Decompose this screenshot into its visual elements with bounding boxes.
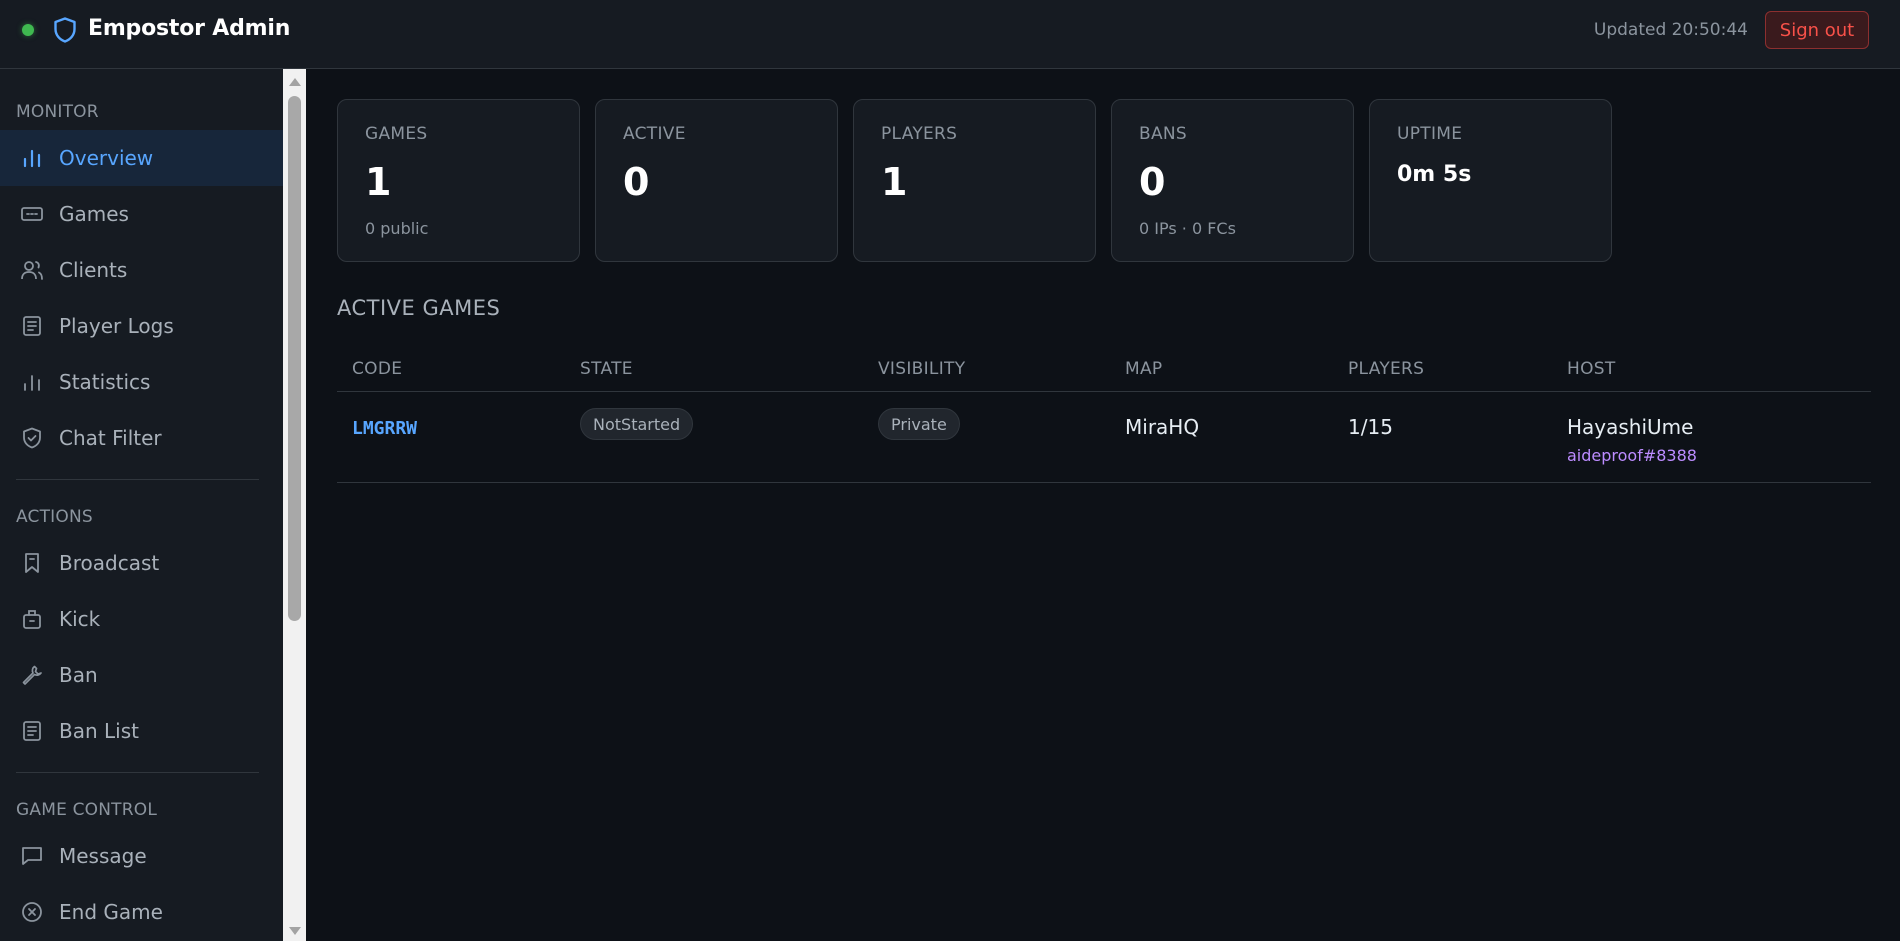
state-badge: NotStarted <box>580 408 694 440</box>
column-header-code: CODE <box>352 359 403 379</box>
updated-timestamp: Updated 20:50:44 <box>1593 20 1748 40</box>
sign-out-button[interactable]: Sign out <box>1765 11 1869 49</box>
sidebar-item-label: Broadcast <box>59 551 160 575</box>
column-header-players: PLAYERS <box>1348 359 1425 379</box>
sidebar-item-label: Player Logs <box>59 314 174 338</box>
stat-value: 0 <box>1139 160 1166 204</box>
sidebar-item-label: Statistics <box>59 370 151 394</box>
stat-value: 0 <box>623 160 650 204</box>
stat-card-games: GAMES 1 0 public <box>337 99 580 262</box>
wrench-icon <box>20 663 44 687</box>
sidebar-item-statistics[interactable]: Statistics <box>0 354 283 410</box>
sidebar-item-broadcast[interactable]: Broadcast <box>0 535 283 591</box>
shield-icon <box>53 17 77 43</box>
bar-chart-icon <box>20 146 44 170</box>
game-code-link[interactable]: LMGRRW <box>352 418 417 439</box>
sidebar-item-label: Clients <box>59 258 128 282</box>
table-row[interactable]: LMGRRW NotStarted Private MiraHQ 1/15 Ha… <box>337 392 1871 483</box>
sidebar-item-clients[interactable]: Clients <box>0 242 283 298</box>
stat-value: 0m 5s <box>1397 162 1472 187</box>
sidebar-item-message[interactable]: Message <box>0 828 283 884</box>
bookmark-icon <box>20 551 44 575</box>
sidebar-item-label: Overview <box>59 146 154 170</box>
scrollbar-thumb[interactable] <box>288 96 301 621</box>
stat-card-players: PLAYERS 1 <box>853 99 1096 262</box>
stat-label: BANS <box>1139 124 1187 144</box>
sidebar-item-overview[interactable]: Overview <box>0 130 283 186</box>
main-content: GAMES 1 0 public ACTIVE 0 PLAYERS 1 BANS… <box>306 69 1900 941</box>
section-heading-active-games: ACTIVE GAMES <box>337 296 501 320</box>
gamepad-icon <box>20 202 44 226</box>
document-icon <box>20 719 44 743</box>
stat-card-uptime: UPTIME 0m 5s <box>1369 99 1612 262</box>
sidebar-item-label: End Game <box>59 900 163 924</box>
stat-label: UPTIME <box>1397 124 1463 144</box>
stat-card-bans: BANS 0 0 IPs · 0 FCs <box>1111 99 1354 262</box>
briefcase-icon <box>20 607 44 631</box>
sidebar-divider <box>16 772 259 773</box>
top-bar: Empostor Admin Updated 20:50:44 Sign out <box>0 0 1900 69</box>
stat-value: 1 <box>365 160 392 204</box>
document-icon <box>20 314 44 338</box>
table-header: CODE STATE VISIBILITY MAP PLAYERS HOST <box>337 349 1871 392</box>
scroll-up-arrow-icon[interactable] <box>289 78 301 86</box>
players-cell: 1/15 <box>1348 415 1393 439</box>
sidebar-item-label: Ban List <box>59 719 139 743</box>
sidebar-item-label: Ban <box>59 663 98 687</box>
sidebar-item-player-logs[interactable]: Player Logs <box>0 298 283 354</box>
stat-label: PLAYERS <box>881 124 958 144</box>
section-title-game-control: GAME CONTROL <box>16 800 158 820</box>
stat-label: ACTIVE <box>623 124 686 144</box>
sidebar-item-label: Message <box>59 844 147 868</box>
host-friend-code: aideproof#8388 <box>1567 446 1697 465</box>
section-title-monitor: MONITOR <box>16 102 99 122</box>
bar-chart-icon <box>20 370 44 394</box>
section-title-actions: ACTIONS <box>16 507 93 527</box>
shield-check-icon <box>20 426 44 450</box>
close-circle-icon <box>20 900 44 924</box>
host-name: HayashiUme <box>1567 415 1694 439</box>
active-games-table: CODE STATE VISIBILITY MAP PLAYERS HOST L… <box>337 349 1871 483</box>
column-header-visibility: VISIBILITY <box>878 359 966 379</box>
sidebar-item-label: Kick <box>59 607 101 631</box>
map-cell: MiraHQ <box>1125 415 1200 439</box>
message-icon <box>20 844 44 868</box>
status-indicator <box>22 24 34 36</box>
sidebar-divider <box>16 479 259 480</box>
column-header-host: HOST <box>1567 359 1616 379</box>
column-header-map: MAP <box>1125 359 1163 379</box>
scroll-down-arrow-icon[interactable] <box>289 927 301 935</box>
sidebar: MONITOR Overview Games Clients Player Lo… <box>0 69 283 941</box>
sidebar-item-games[interactable]: Games <box>0 186 283 242</box>
sidebar-item-label: Chat Filter <box>59 426 162 450</box>
stat-label: GAMES <box>365 124 428 144</box>
stat-card-active: ACTIVE 0 <box>595 99 838 262</box>
stat-subtext: 0 public <box>365 219 429 238</box>
sidebar-item-kick[interactable]: Kick <box>0 591 283 647</box>
sidebar-item-end-game[interactable]: End Game <box>0 884 283 940</box>
app-title: Empostor Admin <box>88 16 291 41</box>
column-header-state: STATE <box>580 359 633 379</box>
users-icon <box>20 258 44 282</box>
sidebar-item-ban[interactable]: Ban <box>0 647 283 703</box>
sidebar-item-label: Games <box>59 202 129 226</box>
stat-value: 1 <box>881 160 908 204</box>
sidebar-scrollbar[interactable] <box>283 69 306 941</box>
sidebar-item-ban-list[interactable]: Ban List <box>0 703 283 759</box>
visibility-badge: Private <box>878 408 960 440</box>
sidebar-item-chat-filter[interactable]: Chat Filter <box>0 410 283 466</box>
stat-subtext: 0 IPs · 0 FCs <box>1139 219 1236 238</box>
